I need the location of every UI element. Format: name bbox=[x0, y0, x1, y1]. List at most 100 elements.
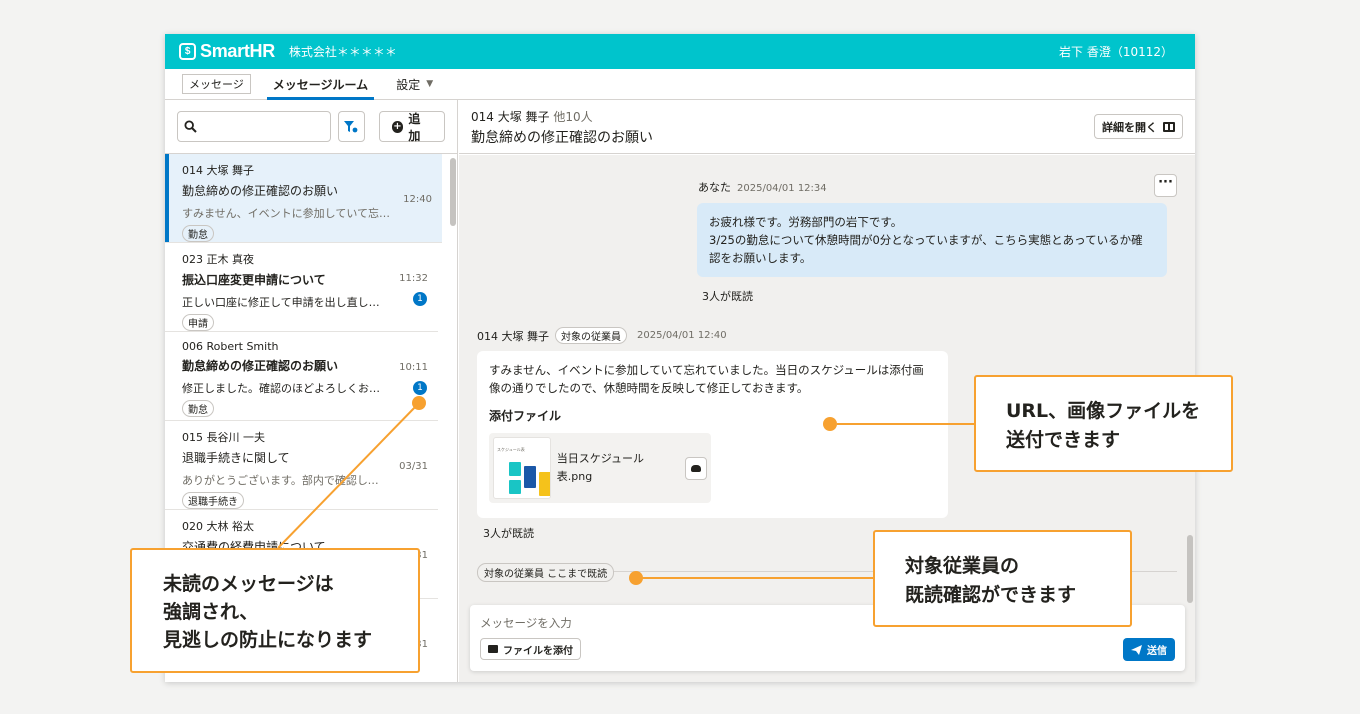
room-members-name: 014 大塚 舞子 bbox=[471, 110, 550, 124]
brand-name: SmartHR bbox=[200, 41, 275, 61]
unread-badge: 1 bbox=[413, 292, 427, 306]
my-message-bubble: お疲れ様です。労務部門の岩下です。 3/25の勤怠について休憩時間が0分となって… bbox=[697, 203, 1167, 277]
their-message-date: 2025/04/01 12:40 bbox=[637, 330, 727, 341]
attachment-heading: 添付ファイル bbox=[489, 409, 562, 423]
room-item[interactable]: 023 正木 真夜 振込口座変更申請について 正しい口座に修正して申請を出し直し… bbox=[165, 243, 438, 332]
unread-badge: 1 bbox=[413, 381, 427, 395]
chevron-down-icon: ▼ bbox=[426, 79, 434, 89]
room-item-time: 10:11 bbox=[399, 362, 428, 373]
my-message-date: 2025/04/01 12:34 bbox=[737, 183, 827, 194]
room-item-tag: 勤怠 bbox=[182, 400, 214, 417]
callout-line: 送付できます bbox=[1006, 429, 1121, 451]
callout-dot bbox=[629, 571, 643, 585]
read-count[interactable]: 3人が既読 bbox=[483, 525, 534, 541]
read-marker: 対象の従業員 ここまで既読 bbox=[477, 563, 615, 582]
callout-dot bbox=[823, 417, 837, 431]
search-row: + 追加 bbox=[165, 100, 457, 154]
room-item-time: 03/31 bbox=[399, 461, 428, 472]
app-label-chip: メッセージ bbox=[182, 74, 251, 94]
more-options-button[interactable]: ··· bbox=[1154, 174, 1177, 197]
room-item-name: 015 長谷川 一夫 bbox=[182, 431, 265, 444]
user-menu[interactable]: 岩下 香澄（10112） bbox=[1059, 43, 1173, 60]
room-item-subject: 振込口座変更申請について bbox=[182, 273, 326, 287]
room-item-subject: 勤怠締めの修正確認のお願い bbox=[182, 359, 339, 373]
callout-unread: 未読のメッセージは 強調され、 見逃しの防止になります bbox=[130, 548, 420, 673]
room-item-time: 11:32 bbox=[399, 273, 428, 284]
room-item-name: 023 正木 真夜 bbox=[182, 253, 254, 266]
search-input[interactable] bbox=[177, 111, 331, 142]
callout-line: 対象従業員の bbox=[905, 555, 1020, 577]
room-item[interactable]: 014 大塚 舞子 勤怠締めの修正確認のお願い すみません、イベントに参加してい… bbox=[165, 154, 442, 243]
my-message-author: あなた bbox=[698, 181, 731, 194]
download-button[interactable] bbox=[684, 456, 707, 480]
thumbnail-block bbox=[524, 466, 536, 488]
room-item-tag: 申請 bbox=[182, 314, 214, 331]
their-message-meta: 014 大塚 舞子 対象の従業員 2025/04/01 12:40 bbox=[477, 327, 727, 344]
message-line: お疲れ様です。労務部門の岩下です。 bbox=[709, 215, 903, 229]
room-item-subject: 勤怠締めの修正確認のお願い bbox=[182, 184, 339, 198]
tab-message-room[interactable]: メッセージルーム bbox=[266, 69, 375, 100]
message-line: 認をお願いします。 bbox=[709, 251, 812, 265]
cloud-download-icon bbox=[690, 464, 701, 472]
smarthr-logo[interactable]: $ SmartHR bbox=[179, 41, 275, 62]
thumbnail-block bbox=[509, 462, 521, 476]
callout-line: 未読のメッセージは bbox=[163, 573, 334, 595]
their-message-author: 014 大塚 舞子 bbox=[477, 329, 549, 343]
room-item[interactable]: 006 Robert Smith 勤怠締めの修正確認のお願い 修正しました。確認… bbox=[165, 332, 438, 421]
room-members: 014 大塚 舞子 他10人 bbox=[471, 108, 1183, 125]
tab-settings-label: 設定 bbox=[396, 77, 421, 92]
room-item-preview: ありがとうございます。部内で確認して返信… bbox=[182, 474, 388, 487]
callout-line: URL、画像ファイルを bbox=[1006, 400, 1201, 422]
logo-icon: $ bbox=[179, 43, 196, 60]
send-icon bbox=[1131, 644, 1142, 655]
room-title: 勤怠締めの修正確認のお願い bbox=[471, 130, 653, 146]
their-message-bubble: すみません、イベントに参加していて忘れていました。当日のスケジュールは添付画 像… bbox=[477, 351, 948, 518]
search-icon bbox=[184, 120, 197, 133]
room-item-tag: 退職手続き bbox=[182, 492, 244, 509]
room-list-scrollbar[interactable] bbox=[450, 158, 456, 226]
message-line: すみません、イベントに参加していて忘れていました。当日のスケジュールは添付画 bbox=[489, 363, 924, 377]
send-button[interactable]: 送信 bbox=[1123, 638, 1175, 661]
tab-message-room-label: メッセージルーム bbox=[272, 77, 369, 92]
filter-button[interactable] bbox=[337, 111, 365, 142]
thumbnail-block bbox=[509, 480, 521, 494]
attachment-thumbnail[interactable]: スケジュール表 bbox=[493, 437, 551, 499]
message-line: 像の通りでしたので、休憩時間を反映して修正しておきます。 bbox=[489, 381, 809, 395]
tab-bar: メッセージ メッセージルーム 設定 ▼ bbox=[165, 69, 1195, 100]
add-room-label: 追加 bbox=[408, 111, 421, 143]
attach-file-button[interactable]: ファイルを添付 bbox=[480, 638, 581, 660]
callout-line: 見逃しの防止になります bbox=[163, 629, 373, 651]
callout-upload: URL、画像ファイルを 送付できます bbox=[974, 375, 1233, 472]
attach-file-label: ファイルを添付 bbox=[503, 645, 573, 657]
open-details-button[interactable]: 詳細を開く bbox=[1094, 114, 1183, 139]
tab-settings[interactable]: 設定 ▼ bbox=[390, 69, 439, 99]
room-item-time: 12:40 bbox=[403, 194, 432, 205]
room-item-preview: 正しい口座に修正して申請を出し直しました… bbox=[182, 296, 388, 309]
room-item-name: 020 大林 裕太 bbox=[182, 520, 254, 533]
thread-scrollbar[interactable] bbox=[1187, 535, 1193, 603]
send-label: 送信 bbox=[1147, 646, 1167, 657]
attachment-file-name: 当日スケジュール表.png bbox=[556, 452, 645, 483]
message-input[interactable]: メッセージを入力 bbox=[480, 615, 572, 631]
filter-icon bbox=[344, 120, 358, 132]
company-name: 株式会社＊＊＊＊＊ bbox=[288, 45, 397, 59]
read-count[interactable]: 3人が既読 bbox=[702, 288, 753, 304]
add-room-button[interactable]: + 追加 bbox=[378, 111, 445, 143]
callout-read-check: 対象従業員の 既読確認ができます bbox=[873, 530, 1132, 627]
side-panel-icon bbox=[1163, 121, 1175, 132]
open-details-label: 詳細を開く bbox=[1102, 120, 1157, 134]
callout-line: 強調され、 bbox=[163, 601, 259, 623]
room-item-preview: すみません、イベントに参加していて忘れて… bbox=[182, 207, 392, 220]
my-message-meta: あなた 2025/04/01 12:34 bbox=[698, 179, 827, 195]
room-item-subject: 退職手続きに関して bbox=[182, 451, 290, 465]
room-members-others: 他10人 bbox=[553, 110, 593, 124]
plus-icon: + bbox=[391, 120, 404, 133]
room-item-preview: 修正しました。確認のほどよろしくお願いし… bbox=[182, 382, 388, 395]
thumbnail-title: スケジュール表 bbox=[497, 447, 525, 452]
room-item[interactable]: 015 長谷川 一夫 退職手続きに関して ありがとうございます。部内で確認して返… bbox=[165, 421, 438, 510]
folder-icon bbox=[488, 645, 498, 653]
room-item-name: 006 Robert Smith bbox=[182, 340, 279, 353]
callout-line: 既読確認ができます bbox=[905, 584, 1077, 606]
room-item-tag: 勤怠 bbox=[182, 225, 214, 242]
attachment-card[interactable]: スケジュール表 当日スケジュール表.png bbox=[489, 433, 711, 503]
